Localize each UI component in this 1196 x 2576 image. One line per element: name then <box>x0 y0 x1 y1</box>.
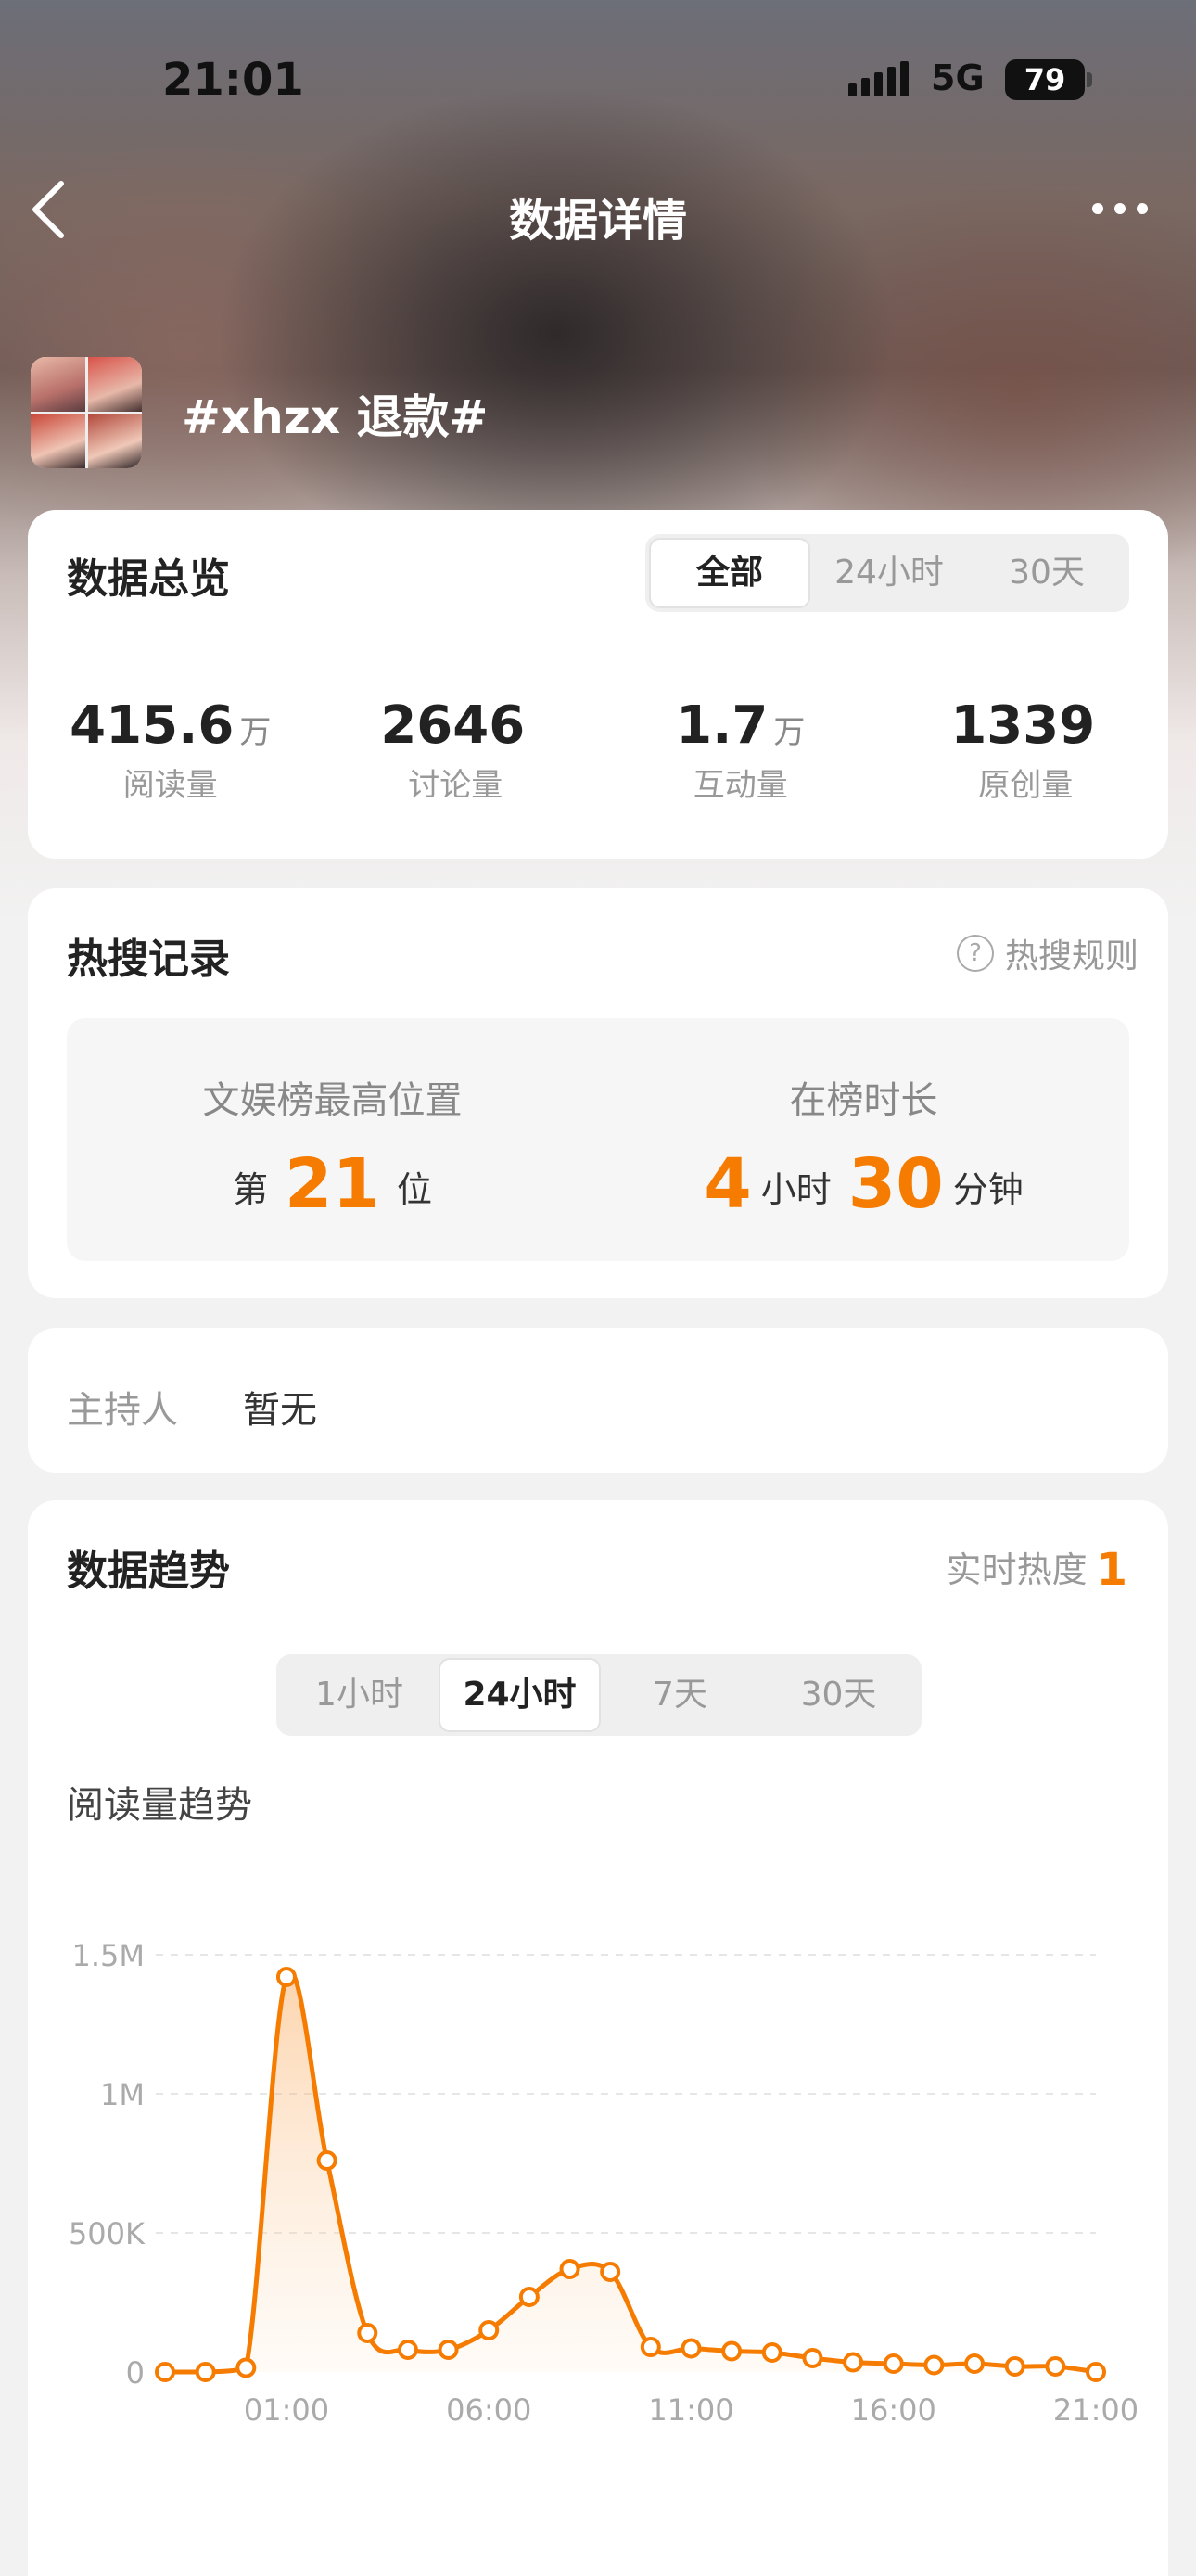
stat-value: 415.6 <box>70 695 235 756</box>
hours-unit: 小时 <box>760 1169 832 1210</box>
host-card: 主持人 暂无 <box>28 1328 1168 1473</box>
data-point <box>397 2340 418 2360</box>
stat-discussions: 2646 讨论量 <box>313 695 599 805</box>
help-icon: ? <box>956 935 994 972</box>
y-tick-label: 1M <box>100 2077 145 2112</box>
stat-label: 讨论量 <box>408 767 503 804</box>
more-dot-icon <box>1114 203 1126 214</box>
data-point <box>478 2320 500 2340</box>
x-tick-label: 21:00 <box>1053 2392 1139 2428</box>
data-point <box>316 2150 337 2171</box>
status-time: 21:01 <box>162 54 304 106</box>
data-point <box>275 1967 297 1987</box>
data-point <box>438 2340 459 2360</box>
heat-label: 实时热度 <box>946 1549 1088 1590</box>
hot-search-card: 热搜记录 ? 热搜规则 文娱榜最高位置 第 21 位 在榜时长 4 小时 30 分钟 <box>28 888 1168 1298</box>
stat-label: 原创量 <box>978 767 1074 804</box>
battery-icon: 79 <box>1005 59 1085 100</box>
more-dot-icon <box>1092 203 1103 214</box>
rank-value: 21 <box>285 1144 380 1224</box>
host-label: 主持人 <box>67 1389 178 1432</box>
stat-unit: 万 <box>773 714 806 751</box>
read-trend-chart: 0 500K 1M 1.5M 01:00 06:00 11:00 16:00 21:00 <box>69 1938 1139 2428</box>
battery-tip <box>1087 72 1092 87</box>
data-point <box>1004 2356 1025 2377</box>
stat-label: 互动量 <box>693 767 788 804</box>
trend-card: 数据趋势 实时热度 1 1小时 24小时 7天 30天 阅读量趋势 0 500K 1M… <box>28 1500 1168 2576</box>
more-dot-icon <box>1137 203 1148 214</box>
stat-value: 1.7 <box>676 695 769 756</box>
chart-title: 阅读量趋势 <box>67 1784 252 1827</box>
overview-range-tabs: 全部 24小时 30天 <box>645 534 1129 612</box>
rank-prefix: 第 <box>232 1169 268 1210</box>
data-point <box>964 2353 986 2374</box>
data-point <box>600 2262 621 2282</box>
data-point <box>1086 2362 1106 2382</box>
signal-icon <box>848 61 909 96</box>
hot-search-rules-link[interactable]: ? 热搜规则 <box>956 929 1139 977</box>
heat-value: 1 <box>1096 1544 1127 1596</box>
tab-1h[interactable]: 1小时 <box>280 1658 439 1732</box>
trend-title: 数据趋势 <box>67 1548 230 1595</box>
rank-suffix: 位 <box>396 1169 432 1210</box>
data-point <box>155 2362 175 2382</box>
tab-30d[interactable]: 30天 <box>759 1658 918 1732</box>
tab-30d[interactable]: 30天 <box>968 538 1126 608</box>
stat-reads: 415.6 万 阅读量 <box>28 695 313 805</box>
overview-card: 数据总览 全部 24小时 30天 415.6 万 阅读量 2646 讨论量 1.7… <box>28 510 1168 859</box>
data-point <box>235 2357 257 2378</box>
data-point <box>923 2354 945 2376</box>
x-tick-label: 06:00 <box>446 2392 531 2428</box>
minutes-unit: 分钟 <box>952 1169 1024 1210</box>
highest-rank: 文娱榜最高位置 第 21 位 <box>67 1070 598 1224</box>
page-title: 数据详情 <box>508 195 687 247</box>
data-point <box>195 2362 216 2382</box>
x-tick-label: 16:00 <box>851 2392 936 2428</box>
data-point <box>721 2340 743 2362</box>
overview-stats: 415.6 万 阅读量 2646 讨论量 1.7 万 互动量 1339 原创量 <box>28 695 1168 805</box>
rules-label: 热搜规则 <box>1004 937 1139 976</box>
host-value: 暂无 <box>243 1389 317 1432</box>
stat-value: 2646 <box>380 695 526 756</box>
hot-search-stats: 文娱榜最高位置 第 21 位 在榜时长 4 小时 30 分钟 <box>67 1018 1129 1261</box>
x-tick-label: 11:00 <box>648 2392 733 2428</box>
trend-range-tabs: 1小时 24小时 7天 30天 <box>276 1654 922 1736</box>
data-point <box>802 2348 823 2368</box>
data-point <box>761 2342 782 2363</box>
y-tick-label: 1.5M <box>72 1938 146 1973</box>
data-point <box>883 2353 904 2374</box>
realtime-heat: 实时热度 1 <box>947 1541 1127 1596</box>
tab-24h[interactable]: 24小时 <box>439 1658 601 1732</box>
duration-label: 在榜时长 <box>789 1079 938 1122</box>
tab-all[interactable]: 全部 <box>649 538 810 608</box>
data-point <box>357 2323 378 2343</box>
more-button[interactable] <box>1092 195 1157 223</box>
data-point <box>518 2287 540 2307</box>
stat-unit: 万 <box>239 714 272 751</box>
hours-value: 4 <box>704 1144 752 1224</box>
tab-7d[interactable]: 7天 <box>601 1658 759 1732</box>
data-point <box>559 2259 580 2279</box>
network-type: 5G <box>931 57 985 98</box>
data-point <box>681 2338 702 2359</box>
stat-value: 1339 <box>950 695 1096 756</box>
data-point <box>1045 2356 1066 2377</box>
minutes-value: 30 <box>847 1144 944 1224</box>
topic-avatar <box>31 357 142 468</box>
overview-title: 数据总览 <box>67 555 230 603</box>
stat-label: 阅读量 <box>122 767 218 804</box>
tab-24h[interactable]: 24小时 <box>810 538 968 608</box>
rank-label: 文娱榜最高位置 <box>202 1079 463 1122</box>
x-tick-label: 01:00 <box>244 2392 329 2428</box>
stat-originals: 1339 原创量 <box>884 695 1169 805</box>
stat-interactions: 1.7 万 互动量 <box>598 695 884 805</box>
time-on-list: 在榜时长 4 小时 30 分钟 <box>598 1070 1129 1224</box>
hot-search-title: 热搜记录 <box>67 936 230 983</box>
data-point <box>640 2337 661 2357</box>
y-tick-label: 500K <box>69 2216 146 2251</box>
y-tick-label: 0 <box>126 2355 145 2391</box>
topic-title: #xhzx 退款# <box>182 390 489 444</box>
data-point <box>843 2352 864 2373</box>
